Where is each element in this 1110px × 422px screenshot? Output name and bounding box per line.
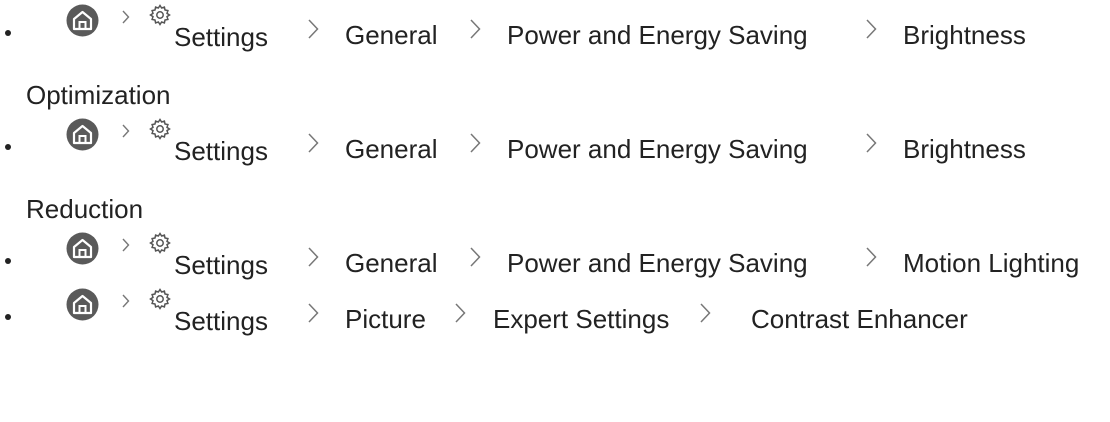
breadcrumb: Settings General Power and Energy Saving…: [0, 0, 1110, 80]
breadcrumb: Settings Picture Expert Settings Contras…: [0, 284, 1110, 364]
chevron-right-icon: [866, 247, 877, 267]
breadcrumb-item-power-energy: Power and Energy Saving: [507, 134, 808, 164]
breadcrumb-item-general: General: [345, 20, 438, 50]
chevron-right-icon: [866, 19, 877, 39]
breadcrumb-item-expert-settings: Expert Settings: [493, 304, 670, 334]
breadcrumb-item-motion-lighting: Motion Lighting: [903, 248, 1080, 278]
breadcrumb-item-power-energy: Power and Energy Saving: [507, 20, 808, 50]
breadcrumb-item-brightness: Brightness: [903, 20, 1026, 50]
breadcrumb-item-general: General: [345, 248, 438, 278]
home-icon: [66, 118, 99, 151]
home-icon: [66, 288, 99, 321]
breadcrumb-item-settings: Settings: [174, 22, 268, 52]
breadcrumb-item-picture: Picture: [345, 304, 426, 334]
chevron-right-icon: [308, 247, 319, 267]
chevron-right-icon: [866, 133, 877, 153]
list-item: Settings General Power and Energy Saving…: [0, 0, 1110, 120]
home-icon: [66, 4, 99, 37]
home-icon: [66, 232, 99, 265]
chevron-right-icon: [122, 10, 130, 24]
list-item: Settings General Power and Energy Saving…: [0, 114, 1110, 234]
breadcrumb-continuation: Reduction: [26, 194, 144, 224]
chevron-right-icon: [470, 133, 481, 153]
chevron-right-icon: [308, 19, 319, 39]
chevron-right-icon: [122, 238, 130, 252]
chevron-right-icon: [470, 247, 481, 267]
breadcrumb-item-power-energy: Power and Energy Saving: [507, 248, 808, 278]
breadcrumb-item-settings: Settings: [174, 250, 268, 280]
gear-icon: [148, 117, 172, 141]
breadcrumb-item-contrast-enhancer: Contrast Enhancer: [751, 304, 968, 334]
chevron-right-icon: [308, 303, 319, 323]
chevron-right-icon: [455, 303, 466, 323]
chevron-right-icon: [308, 133, 319, 153]
chevron-right-icon: [700, 303, 711, 323]
breadcrumb-item-general: General: [345, 134, 438, 164]
gear-icon: [148, 287, 172, 311]
chevron-right-icon: [122, 294, 130, 308]
breadcrumb-item-settings: Settings: [174, 306, 268, 336]
breadcrumb: Settings General Power and Energy Saving…: [0, 114, 1110, 194]
breadcrumb-item-brightness: Brightness: [903, 134, 1026, 164]
list-item: Settings Picture Expert Settings Contras…: [0, 284, 1110, 364]
breadcrumb-item-settings: Settings: [174, 136, 268, 166]
chevron-right-icon: [122, 124, 130, 138]
gear-icon: [148, 3, 172, 27]
breadcrumb-continuation: Optimization: [26, 80, 171, 110]
chevron-right-icon: [470, 19, 481, 39]
gear-icon: [148, 231, 172, 255]
